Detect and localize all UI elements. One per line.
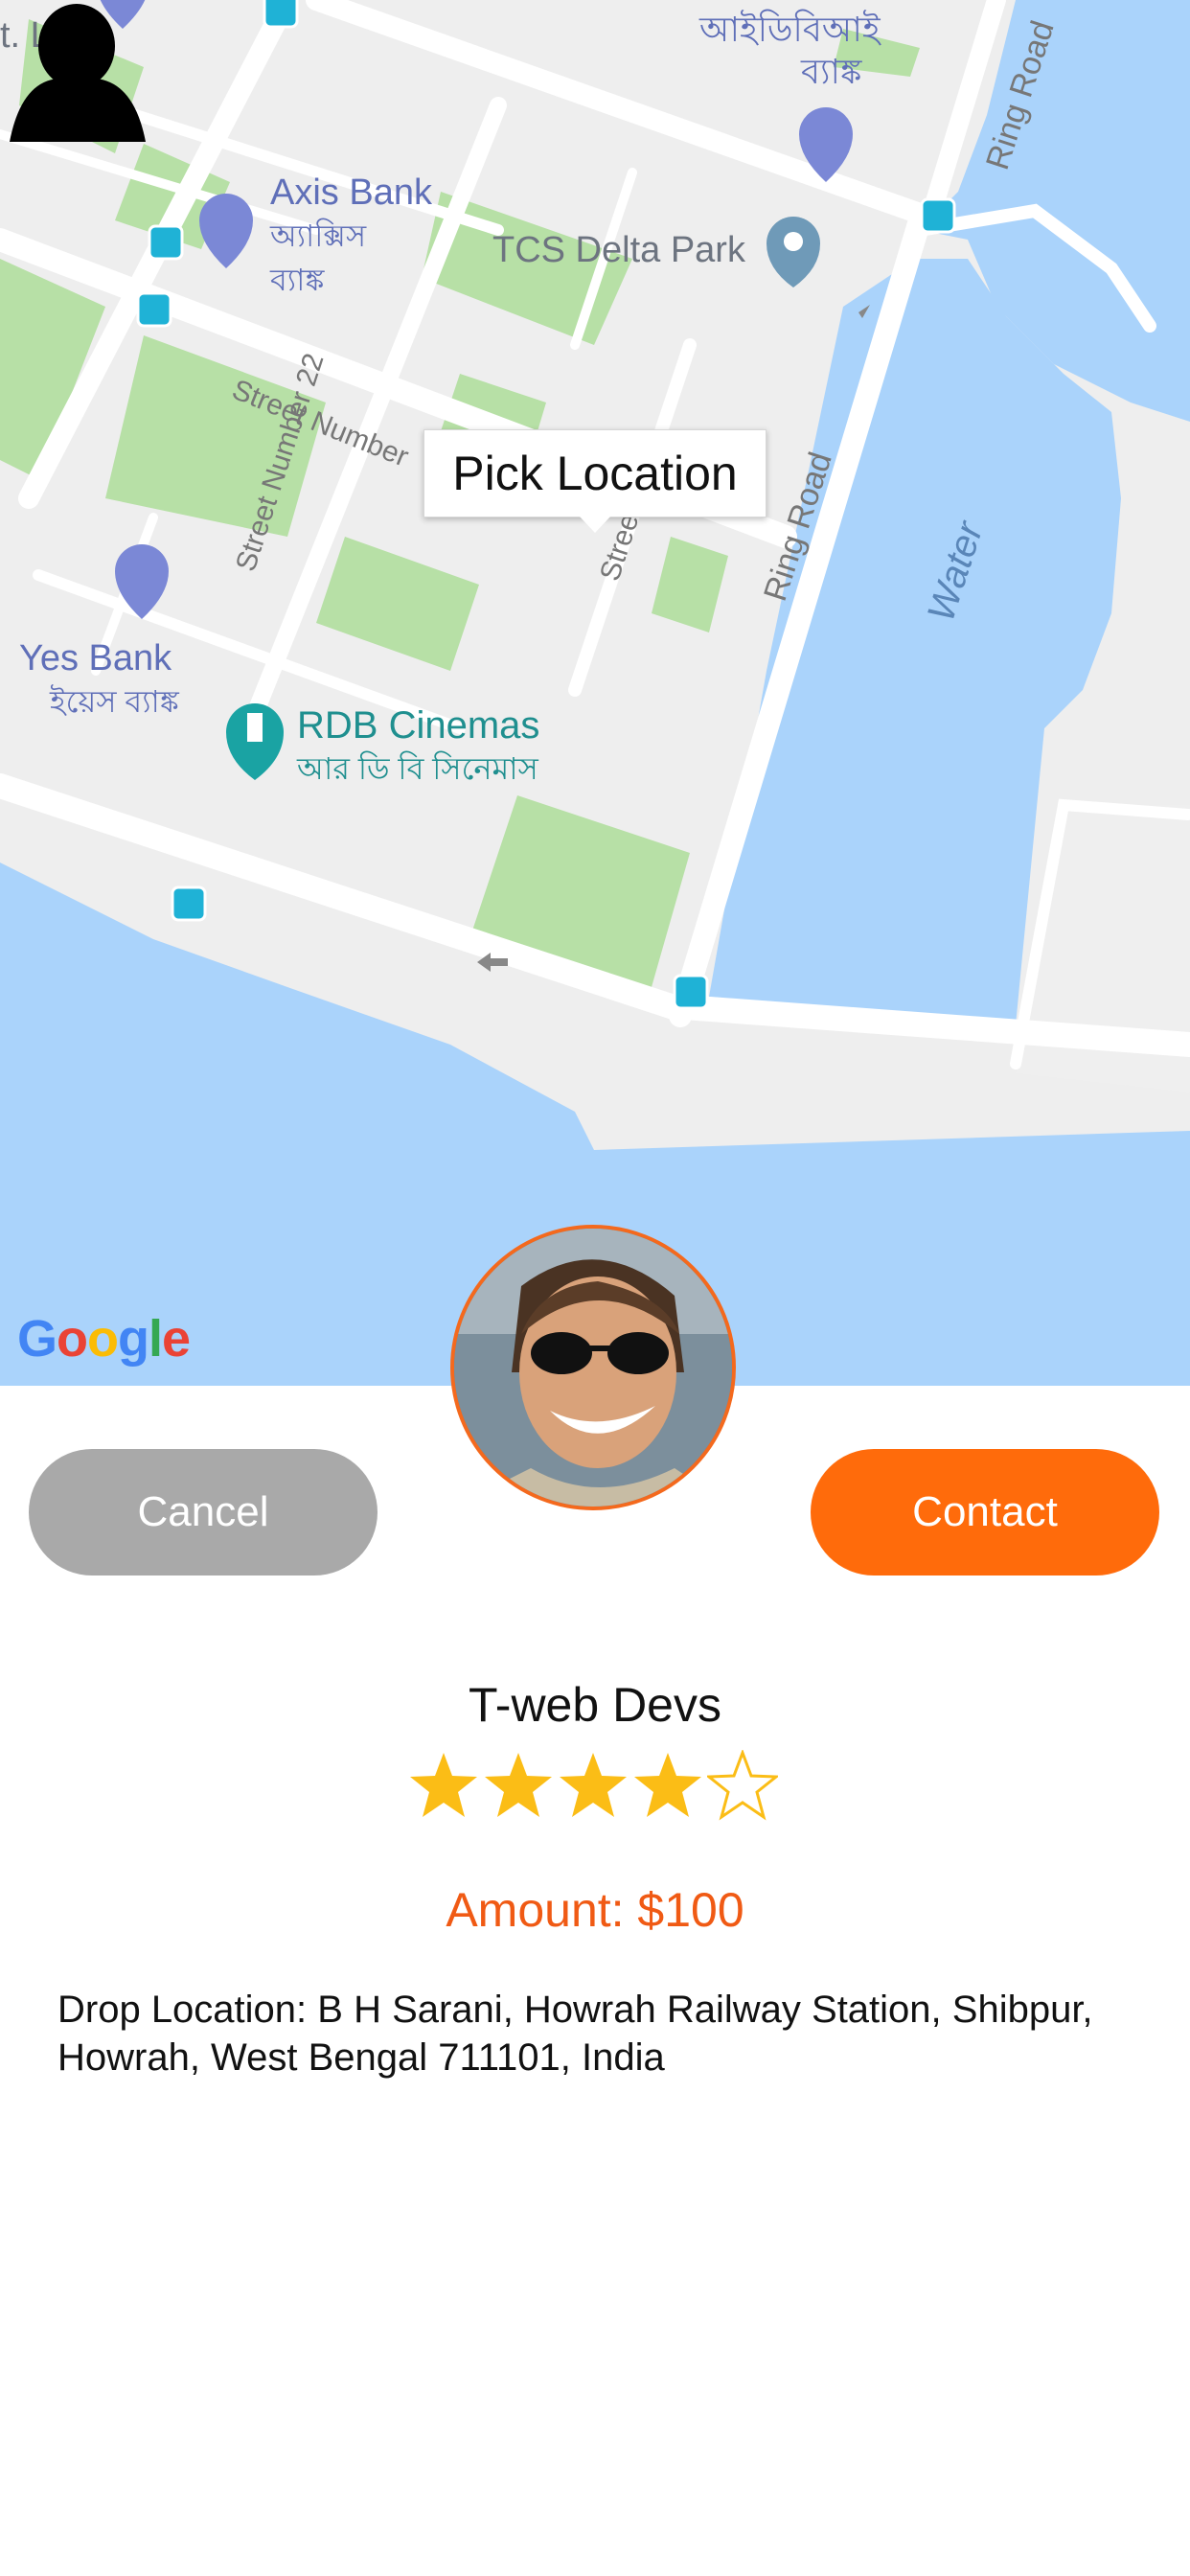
driver-avatar bbox=[450, 1225, 736, 1510]
map-label-rdb-bn: আর ডি বি সিনেমাস bbox=[297, 751, 538, 786]
map-label-axis-bn: অ্যাক্সিস bbox=[270, 218, 367, 253]
map-label-idbi-2: ব্যাঙ্ক bbox=[801, 52, 862, 91]
map-label-rdb-cinemas: RDB Cinemas bbox=[297, 704, 540, 747]
person-marker-icon[interactable] bbox=[0, 0, 153, 144]
driver-name: T-web Devs bbox=[469, 1678, 721, 1732]
trip-amount: Amount: $100 bbox=[446, 1883, 744, 1937]
map-label-tcs-delta-park: TCS Delta Park bbox=[492, 230, 745, 270]
star-filled-icon bbox=[485, 1753, 552, 1817]
star-filled-icon bbox=[410, 1753, 477, 1817]
map-view[interactable]: t. Ltd আইডিবিআই ব্যাঙ্ক Ring Road Axis B… bbox=[0, 0, 1190, 1386]
drop-location: Drop Location: B H Sarani, Howrah Railwa… bbox=[57, 1989, 1093, 2079]
map-label-idbi: আইডিবিআই bbox=[699, 10, 881, 49]
map-label-yes-bn: ইয়েস ব্যাঙ্ক bbox=[50, 684, 179, 719]
contact-button[interactable]: Contact bbox=[811, 1449, 1159, 1576]
star-filled-icon bbox=[634, 1753, 701, 1817]
cancel-button[interactable]: Cancel bbox=[29, 1449, 378, 1576]
star-filled-icon bbox=[560, 1753, 627, 1817]
star-rating bbox=[408, 1750, 778, 1821]
pick-location-callout[interactable]: Pick Location bbox=[423, 429, 767, 533]
google-logo: Google bbox=[17, 1310, 191, 1368]
map-label-axis-bank: Axis Bank bbox=[270, 172, 432, 213]
map-label-axis-bn-2: ব্যাঙ্ক bbox=[270, 263, 325, 297]
star-empty-icon bbox=[707, 1750, 778, 1821]
map-label-yes-bank: Yes Bank bbox=[19, 638, 172, 678]
